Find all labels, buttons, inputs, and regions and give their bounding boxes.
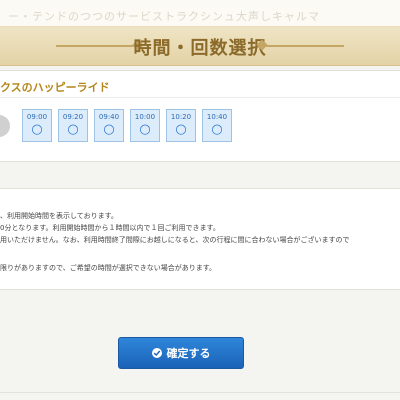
time-slot-0920[interactable]: 09:20 ○	[58, 109, 88, 142]
note-line: 、利用開始時間を表示しております。	[0, 212, 118, 220]
page-title: 時間・回数選択	[133, 38, 267, 59]
ride-thumbnail	[0, 115, 10, 137]
available-icon: ○	[139, 122, 151, 137]
confirm-button-label: 確定する	[166, 347, 211, 360]
note-line: 限りがありますので、ご希望の時間が選択できない場合があります。	[0, 264, 217, 272]
available-icon: ○	[31, 122, 43, 137]
ride-name: クスのハッピーライド	[0, 81, 110, 94]
slot-time: 09:00	[26, 113, 48, 121]
top-banner: ー・テンドのつつのサービストラクシンュ大声しキャルマ	[0, 0, 400, 26]
time-slot-0900[interactable]: 09:00 ○	[22, 109, 52, 142]
ride-divider	[0, 97, 400, 98]
footer-divider	[0, 392, 400, 393]
slot-time: 10:00	[134, 113, 156, 121]
available-icon: ○	[175, 122, 187, 137]
title-ornament-right	[264, 45, 344, 47]
check-circle-icon	[151, 348, 162, 358]
note-line: 0分となります。利用開始時間から１時間以内で１回ご利用できます。	[0, 224, 220, 232]
slot-time: 09:40	[98, 113, 120, 121]
banner-text: ー・テンドのつつのサービストラクシンュ大声しキャルマ	[8, 10, 320, 23]
notes-card: 、利用開始時間を表示しております。 0分となります。利用開始時間から１時間以内で…	[0, 188, 400, 290]
available-icon: ○	[67, 122, 79, 137]
slot-time: 09:20	[62, 113, 84, 121]
ride-card: クスのハッピーライド 09:00 ○ 09:20 ○ 09:40 ○ 10:00…	[0, 70, 400, 162]
time-slot-1020[interactable]: 10:20 ○	[166, 109, 196, 142]
section-title-bar: 時間・回数選択	[0, 26, 400, 66]
time-slot-1000[interactable]: 10:00 ○	[130, 109, 160, 142]
slot-time: 10:20	[170, 113, 192, 121]
confirm-button[interactable]: 確定する	[118, 337, 244, 369]
available-icon: ○	[103, 122, 115, 137]
available-icon: ○	[211, 122, 223, 137]
slot-time: 10:40	[206, 113, 228, 121]
time-slot-1040[interactable]: 10:40 ○	[202, 109, 232, 142]
note-line: 用いただけません。なお、利用時間終了間際にお越しになると、次の行程に間に合わない…	[0, 236, 350, 244]
time-slot-0940[interactable]: 09:40 ○	[94, 109, 124, 142]
